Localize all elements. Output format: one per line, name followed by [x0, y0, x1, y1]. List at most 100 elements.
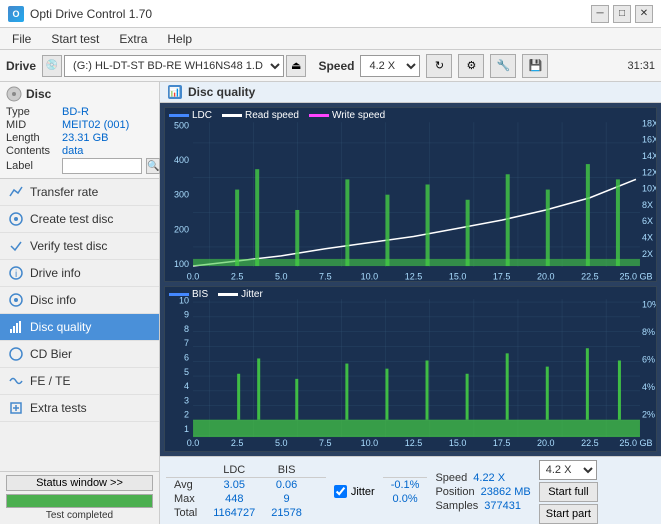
position-row: Position 23862 MB [435, 486, 530, 498]
speed-controls: 4.2 X Start full Start part [539, 460, 598, 524]
disc-label-btn[interactable]: 🔍 [146, 158, 160, 174]
menu-help[interactable]: Help [163, 31, 196, 47]
svg-text:300: 300 [174, 190, 189, 200]
write-legend-color [309, 114, 329, 117]
close-button[interactable]: ✕ [635, 5, 653, 23]
nav-disc-info[interactable]: Disc info [0, 287, 159, 314]
progress-bar-container [6, 494, 153, 508]
drive-select[interactable]: (G:) HL-DT-ST BD-RE WH16NS48 1.D3 [64, 55, 284, 77]
nav-items: Transfer rate Create test disc Verify te… [0, 179, 159, 471]
minimize-button[interactable]: ─ [591, 5, 609, 23]
svg-text:7.5: 7.5 [319, 438, 332, 448]
jitter-total-row [383, 506, 428, 508]
settings-button1[interactable]: ⚙ [458, 54, 484, 78]
nav-transfer-rate[interactable]: Transfer rate [0, 179, 159, 206]
start-full-button[interactable]: Start full [539, 482, 598, 502]
disc-label-label: Label [6, 160, 58, 172]
nav-disc-quality[interactable]: Disc quality [0, 314, 159, 341]
svg-text:22.5: 22.5 [581, 438, 599, 448]
bis-legend-label: BIS [192, 289, 208, 300]
status-text: Test completed [6, 510, 153, 521]
svg-text:5: 5 [184, 367, 189, 377]
disc-label-input[interactable] [62, 158, 142, 174]
stats-col-ldc: LDC [205, 463, 263, 478]
jitter-legend-item: Jitter [218, 289, 263, 300]
disc-type-value: BD-R [62, 106, 89, 118]
quality-speed-select[interactable]: 4.2 X [539, 460, 597, 480]
save-button[interactable]: 💾 [522, 54, 548, 78]
stats-col-bis: BIS [263, 463, 310, 478]
top-chart: LDC Read speed Write speed [164, 107, 657, 282]
speed-select[interactable]: 4.2 X [360, 55, 420, 77]
svg-text:i: i [15, 269, 17, 280]
chart-title-icon: 📊 [168, 85, 182, 99]
disc-type-label: Type [6, 106, 58, 118]
nav-cd-bier[interactable]: CD Bier [0, 341, 159, 368]
nav-create-test-disc-label: Create test disc [30, 212, 113, 226]
nav-fe-te-label: FE / TE [30, 374, 70, 388]
speed-row: Speed 4.22 X [435, 472, 530, 484]
nav-fe-te[interactable]: FE / TE [0, 368, 159, 395]
maximize-button[interactable]: □ [613, 5, 631, 23]
stats-total-empty [310, 506, 326, 520]
position-label: Position [435, 486, 474, 498]
drive-info-icon: i [8, 265, 24, 281]
bottom-chart: BIS Jitter [164, 286, 657, 451]
svg-text:7: 7 [184, 338, 189, 348]
stats-max-label: Max [166, 492, 205, 506]
stats-avg-ldc: 3.05 [205, 478, 263, 493]
svg-text:14X: 14X [642, 151, 656, 161]
svg-text:25.0 GB: 25.0 GB [619, 438, 652, 448]
speed-stat-val: 4.22 X [473, 472, 505, 484]
stats-total-label: Total [166, 506, 205, 520]
svg-text:6X: 6X [642, 216, 653, 226]
svg-text:3: 3 [184, 396, 189, 406]
status-window-button[interactable]: Status window >> [6, 475, 153, 491]
stats-row-total: Total 1164727 21578 [166, 506, 326, 520]
svg-text:18X: 18X [642, 118, 656, 128]
nav-drive-info[interactable]: i Drive info [0, 260, 159, 287]
disc-contents-label: Contents [6, 145, 58, 157]
nav-verify-test-disc[interactable]: Verify test disc [0, 233, 159, 260]
stats-area: LDC BIS Avg 3.05 0.06 Max 448 [160, 456, 661, 524]
nav-create-test-disc[interactable]: Create test disc [0, 206, 159, 233]
menu-extra[interactable]: Extra [115, 31, 151, 47]
stats-avg-label: Avg [166, 478, 205, 493]
disc-info-icon [8, 292, 24, 308]
read-legend-label: Read speed [245, 110, 299, 121]
svg-text:400: 400 [174, 155, 189, 165]
svg-text:200: 200 [174, 224, 189, 234]
jitter-group: Jitter [334, 485, 375, 498]
jitter-max-row: 0.0% [383, 492, 428, 506]
write-legend-label: Write speed [332, 110, 385, 121]
disc-header: Disc [6, 86, 153, 102]
refresh-button[interactable]: ↻ [426, 54, 452, 78]
svg-text:2: 2 [184, 410, 189, 420]
svg-text:100: 100 [174, 259, 189, 269]
nav-cd-bier-label: CD Bier [30, 347, 72, 361]
disc-info-rows: Type BD-R MID MEIT02 (001) Length 23.31 … [6, 106, 153, 174]
top-chart-legend: LDC Read speed Write speed [169, 110, 385, 121]
nav-extra-tests-label: Extra tests [30, 401, 87, 415]
disc-quality-icon [8, 319, 24, 335]
settings-button2[interactable]: 🔧 [490, 54, 516, 78]
disc-mid-row: MID MEIT02 (001) [6, 119, 153, 131]
menu-start-test[interactable]: Start test [47, 31, 103, 47]
extra-tests-icon [8, 400, 24, 416]
transfer-rate-icon [8, 184, 24, 200]
eject-button[interactable]: ⏏ [286, 55, 306, 77]
start-part-button[interactable]: Start part [539, 504, 598, 524]
stats-max-ldc: 448 [205, 492, 263, 506]
cd-bier-icon [8, 346, 24, 362]
jitter-checkbox[interactable] [334, 485, 347, 498]
stats-row-max: Max 448 9 [166, 492, 326, 506]
svg-text:500: 500 [174, 120, 189, 130]
nav-extra-tests[interactable]: Extra tests [0, 395, 159, 422]
svg-text:12X: 12X [642, 167, 656, 177]
jitter-max-val: 0.0% [383, 492, 428, 506]
svg-text:2.5: 2.5 [231, 438, 244, 448]
position-group: Speed 4.22 X Position 23862 MB Samples 3… [435, 472, 530, 512]
menu-file[interactable]: File [8, 31, 35, 47]
svg-text:7.5: 7.5 [319, 271, 332, 281]
read-legend-color [222, 114, 242, 117]
